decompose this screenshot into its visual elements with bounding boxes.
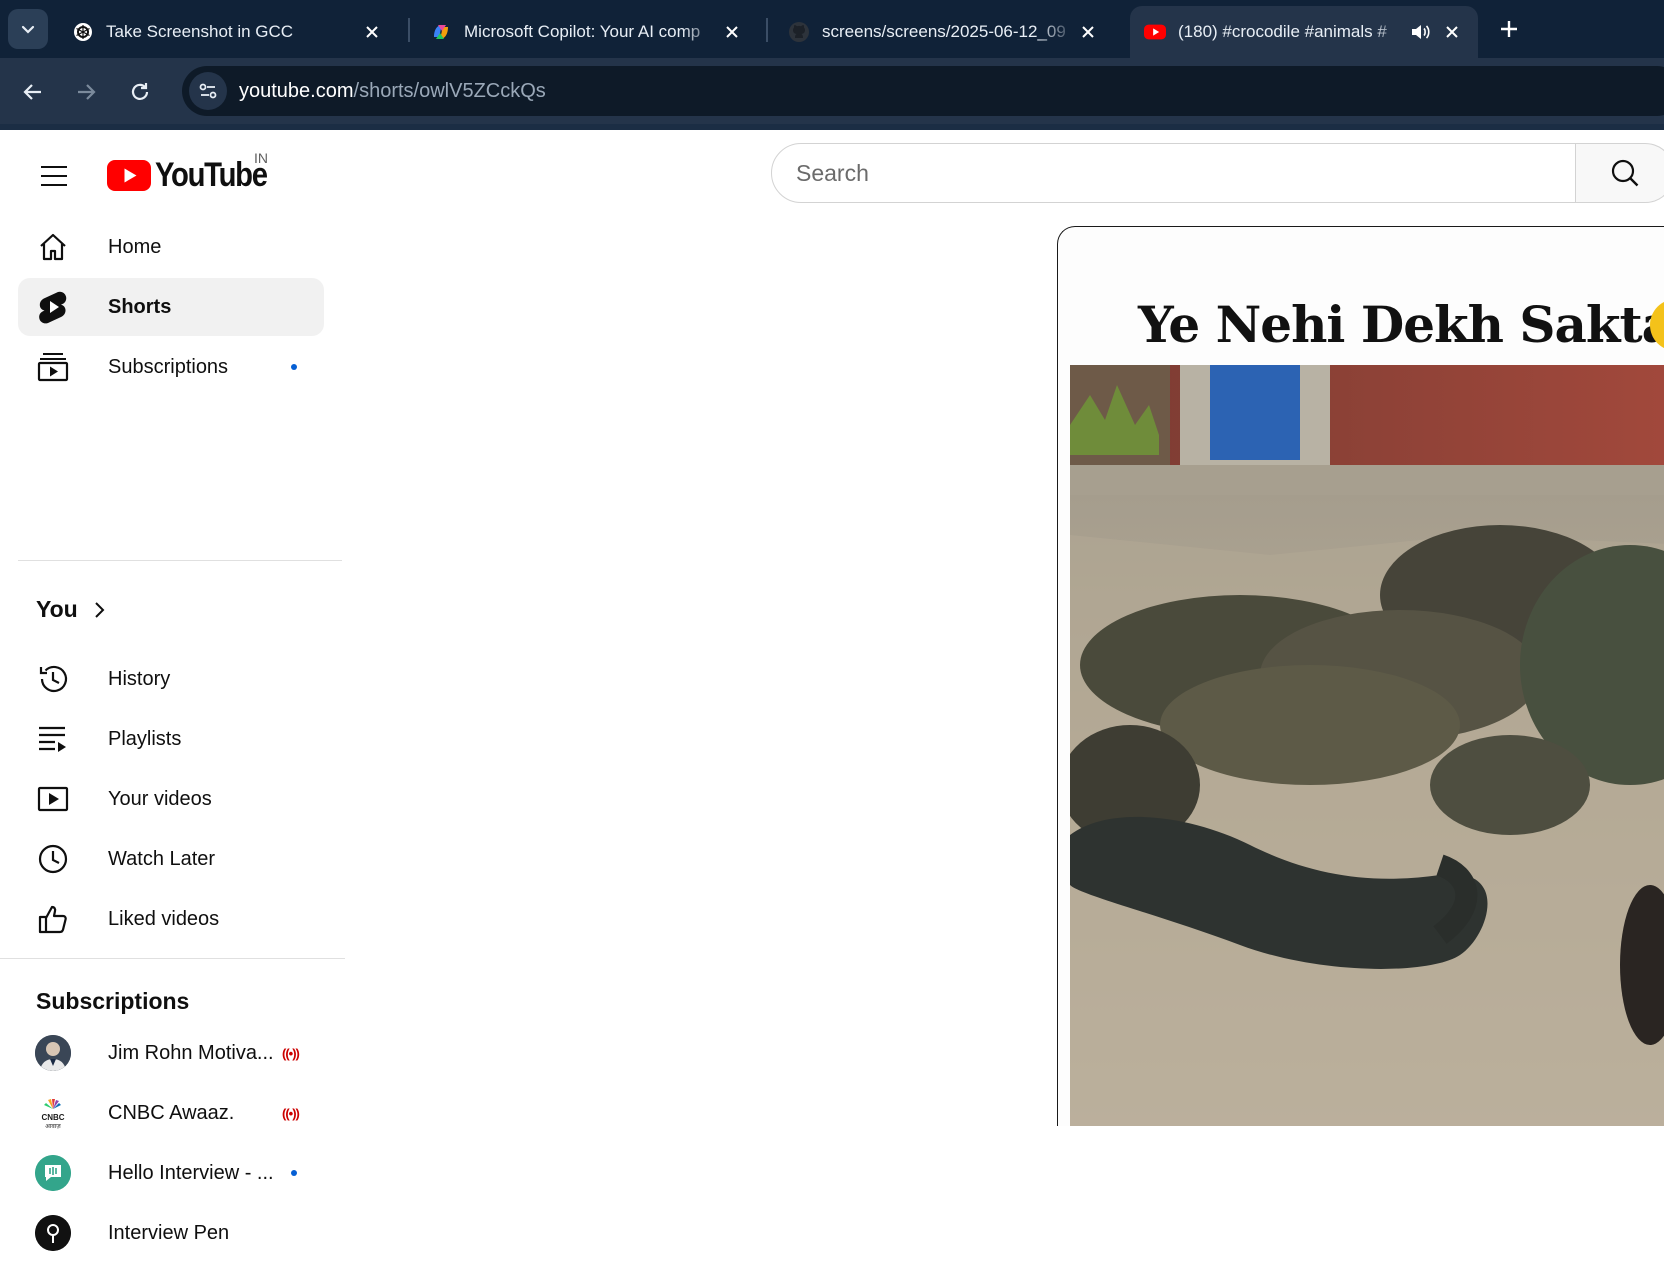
sidebar-divider [18, 560, 342, 561]
close-tab-icon[interactable] [1076, 20, 1100, 44]
shorts-icon [35, 289, 71, 325]
url-host: youtube.com [239, 79, 354, 102]
new-tab-button[interactable] [1494, 14, 1524, 44]
chatgpt-icon [72, 21, 94, 43]
close-tab-icon[interactable] [720, 20, 744, 44]
sidebar-item-history[interactable]: History [18, 650, 324, 708]
browser-tab-3[interactable]: screens/screens/2025-06-12_09 [774, 6, 1114, 58]
new-content-dot [291, 1170, 297, 1176]
sidebar-item-subscriptions[interactable]: Subscriptions [18, 338, 324, 396]
youtube-icon [1144, 21, 1166, 43]
sidebar-item-label: Home [108, 235, 162, 258]
youtube-page: YouTube IN Home Shorts Subscriptions You [0, 130, 1664, 1251]
arrow-right-icon [78, 84, 96, 100]
sidebar-item-watch-later[interactable]: Watch Later [18, 830, 324, 888]
subscriptions-icon [35, 349, 71, 385]
new-content-dot [291, 364, 297, 370]
subscription-channel-item[interactable]: CNBC आवाज़ CNBC Awaaz. ((•)) [18, 1084, 324, 1142]
subscription-channel-item[interactable]: Interview Pen [18, 1204, 324, 1262]
channel-name: Hello Interview - ... [108, 1161, 274, 1184]
tab-search-button[interactable] [8, 9, 48, 49]
guide-menu-button[interactable] [36, 158, 72, 194]
reload-button[interactable] [124, 76, 156, 108]
hamburger-icon [41, 166, 67, 186]
youtube-logo-icon [107, 160, 151, 191]
close-tab-icon[interactable] [360, 20, 384, 44]
svg-text:CNBC: CNBC [41, 1113, 64, 1122]
forward-button[interactable] [70, 76, 102, 108]
country-code: IN [254, 150, 268, 166]
sidebar-item-playlists[interactable]: Playlists [18, 710, 324, 768]
tab-title: screens/screens/2025-06-12_09 [822, 22, 1066, 41]
your-videos-icon [35, 781, 71, 817]
search-icon [1611, 159, 1639, 187]
sidebar-item-shorts[interactable]: Shorts [18, 278, 324, 336]
sidebar-item-label: Shorts [108, 295, 172, 318]
url-path: /shorts/owlV5ZCckQs [353, 79, 546, 102]
browser-tab-1[interactable]: Take Screenshot in GCC [58, 6, 398, 58]
subscriptions-section-title: Subscriptions [36, 988, 190, 1014]
subscriptions-section-header: Subscriptions [36, 988, 189, 1015]
tab-separator [408, 18, 410, 42]
plus-icon [1501, 21, 1517, 37]
chevron-down-icon [21, 25, 35, 34]
back-button[interactable] [17, 76, 49, 108]
browser-tab-strip: Take Screenshot in GCC Microsoft Copilot… [0, 0, 1664, 58]
channel-avatar [35, 1215, 71, 1251]
search-input[interactable] [796, 159, 1556, 187]
search-button[interactable] [1575, 143, 1664, 203]
live-broadcast-icon: ((•)) [282, 1105, 300, 1121]
chevron-right-icon [95, 601, 105, 618]
shorts-video-player[interactable]: Ye Nehi Dekh Sakta [1057, 226, 1664, 1126]
tab-title: (180) #crocodile #animals # [1178, 22, 1387, 41]
channel-avatar [35, 1035, 71, 1071]
liked-videos-icon [35, 901, 71, 937]
tab-separator [766, 18, 768, 42]
channel-name: Interview Pen [108, 1221, 230, 1244]
channel-avatar [35, 1155, 71, 1191]
sidebar-item-label: Liked videos [108, 907, 220, 930]
sidebar-item-home[interactable]: Home [18, 218, 324, 276]
sidebar-item-label: History [108, 667, 171, 690]
sidebar-divider [0, 958, 345, 959]
browser-toolbar: youtube.com/shorts/owlV5ZCckQs [0, 58, 1664, 124]
site-info-button[interactable] [189, 72, 227, 110]
subscription-channel-item[interactable]: Jim Rohn Motiva... ((•)) [18, 1024, 324, 1082]
speaker-icon[interactable] [1408, 20, 1432, 44]
browser-tab-2[interactable]: Microsoft Copilot: Your AI comp [416, 6, 758, 58]
home-icon [35, 229, 71, 265]
tab-title: Microsoft Copilot: Your AI comp [464, 22, 701, 41]
arrow-left-icon [23, 84, 41, 100]
sidebar-item-label: Watch Later [108, 847, 216, 870]
channel-name: Jim Rohn Motiva... [108, 1041, 274, 1064]
sidebar-item-label: Playlists [108, 727, 182, 750]
sidebar-item-label: Your videos [108, 787, 212, 810]
channel-name: CNBC Awaaz. [108, 1101, 235, 1124]
tab-title: Take Screenshot in GCC [106, 22, 294, 41]
live-broadcast-icon: ((•)) [282, 1045, 300, 1061]
sidebar-item-label: Subscriptions [108, 355, 229, 378]
you-section-title: You [36, 596, 78, 622]
video-frame-crocodiles [1070, 365, 1664, 1126]
youtube-wordmark: YouTube [155, 156, 268, 194]
sidebar-item-liked-videos[interactable]: Liked videos [18, 890, 324, 948]
tune-icon [199, 83, 217, 99]
address-bar[interactable]: youtube.com/shorts/owlV5ZCckQs [182, 66, 1664, 116]
close-tab-icon[interactable] [1440, 20, 1464, 44]
watch-later-icon [35, 841, 71, 877]
browser-tab-4-active[interactable]: (180) #crocodile #animals # [1130, 6, 1478, 58]
playlists-icon [35, 721, 71, 757]
svg-text:आवाज़: आवाज़ [45, 1124, 61, 1130]
url-text: youtube.com/shorts/owlV5ZCckQs [239, 80, 546, 103]
you-section-header[interactable]: You [36, 596, 106, 623]
history-icon [35, 661, 71, 697]
github-icon [788, 21, 810, 43]
reload-icon [131, 83, 149, 100]
subscription-channel-item[interactable]: Hello Interview - ... [18, 1144, 324, 1202]
channel-avatar: CNBC आवाज़ [35, 1095, 71, 1131]
sidebar-item-your-videos[interactable]: Your videos [18, 770, 324, 828]
search-box [771, 143, 1577, 203]
video-caption-overlay: Ye Nehi Dekh Sakta [1138, 295, 1664, 354]
copilot-icon [430, 21, 452, 43]
